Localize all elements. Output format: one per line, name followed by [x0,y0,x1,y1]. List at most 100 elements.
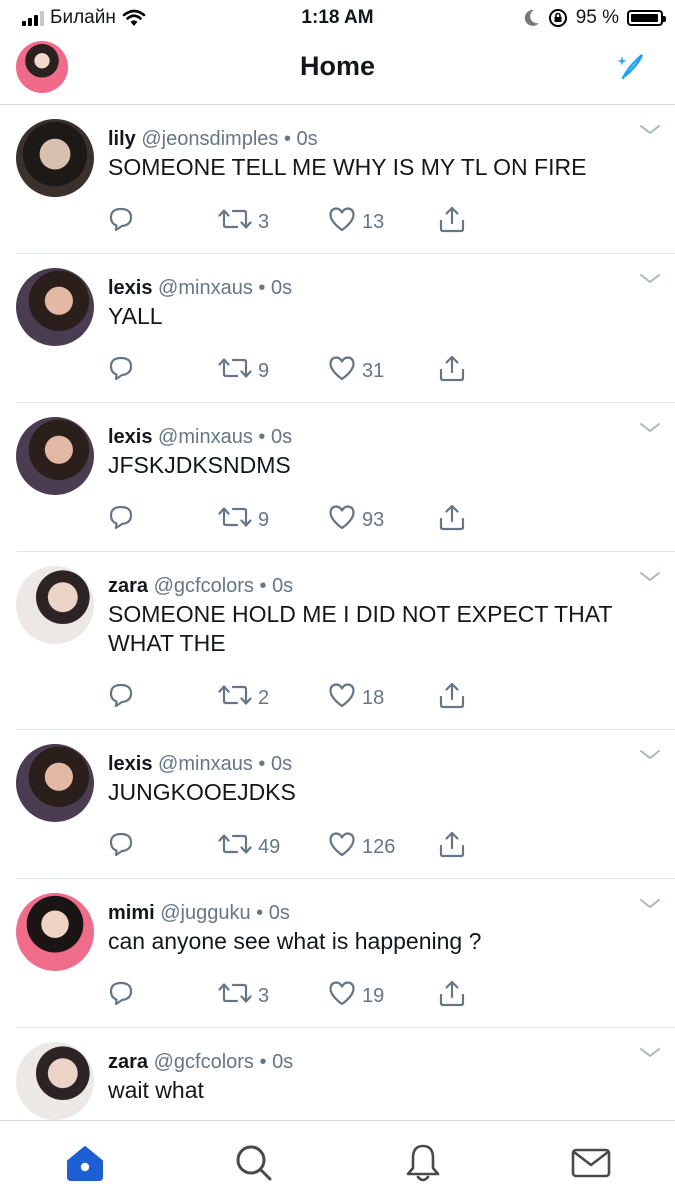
meta-separator: • [253,1051,273,1073]
retweet-button[interactable]: 49 [218,832,328,862]
reply-button[interactable] [108,504,218,536]
tab-notifications[interactable] [401,1141,445,1185]
share-button[interactable] [438,979,466,1013]
caret-down-icon[interactable] [639,421,661,439]
retweet-count: 49 [258,835,281,858]
share-button[interactable] [438,354,466,388]
like-button[interactable]: 126 [328,831,438,863]
like-button[interactable]: 31 [328,355,438,387]
tweet[interactable]: zara @gcfcolors • 0s wait what [16,1028,675,1120]
tweet-meta: lily @jeonsdimples • 0s [108,127,659,151]
tweet-content: zara @gcfcolors • 0s wait what [108,1028,675,1120]
retweet-button[interactable]: 9 [218,356,328,386]
retweet-button[interactable]: 3 [218,207,328,237]
reply-button[interactable] [108,980,218,1012]
tweet-avatar[interactable] [16,1042,94,1120]
tweet-author-name[interactable]: mimi [108,902,155,924]
timeline-feed[interactable]: lily @jeonsdimples • 0s SOMEONE TELL ME W… [0,105,675,1120]
like-button[interactable]: 18 [328,682,438,714]
tweet-author-name[interactable]: lexis [108,426,152,448]
tweet-author-handle[interactable]: @minxaus [158,277,253,299]
reply-button[interactable] [108,682,218,714]
tweet-meta: lexis @minxaus • 0s [108,752,659,776]
tweet[interactable]: lexis @minxaus • 0s JFSKJDKSNDMS 9 93 [16,403,675,552]
tweet-text: wait what [108,1077,204,1103]
mail-icon [571,1148,611,1178]
battery-icon [627,10,666,26]
like-button[interactable]: 19 [328,980,438,1012]
tweet-author-name[interactable]: zara [108,1051,148,1073]
tweet-meta: lexis @minxaus • 0s [108,425,659,449]
tweet-actions: 3 19 [108,976,659,1016]
tweet-author-name[interactable]: zara [108,575,148,597]
retweet-button[interactable]: 2 [218,683,328,713]
caret-down-icon[interactable] [639,570,661,588]
tweet-author-handle[interactable]: @jeonsdimples [141,128,278,150]
meta-separator: • [252,277,271,299]
tweet[interactable]: zara @gcfcolors • 0s SOMEONE HOLD ME I DI… [16,552,675,730]
like-button[interactable]: 13 [328,206,438,238]
like-count: 31 [362,359,385,382]
tweet-author-name[interactable]: lexis [108,753,152,775]
tweet[interactable]: lily @jeonsdimples • 0s SOMEONE TELL ME W… [16,105,675,254]
tweet-author-handle[interactable]: @gcfcolors [154,1051,254,1073]
tweet-timestamp: 0s [268,902,290,924]
retweet-count: 3 [258,210,270,233]
reply-button[interactable] [108,355,218,387]
tweet-actions: 49 126 [108,827,659,867]
rotation-lock-icon [548,9,567,27]
page-title: Home [299,51,375,81]
share-button[interactable] [438,681,466,715]
share-icon [438,503,466,537]
like-count: 13 [362,210,385,233]
reply-button[interactable] [108,206,218,238]
like-count: 93 [362,508,385,531]
reply-button[interactable] [108,831,218,863]
tweet-author-handle[interactable]: @jugguku [160,902,250,924]
tab-search[interactable] [232,1141,276,1185]
tweet-author-handle[interactable]: @minxaus [158,426,253,448]
tweet-avatar[interactable] [16,566,94,644]
tweet-author-handle[interactable]: @minxaus [158,753,253,775]
tab-home[interactable] [63,1141,107,1185]
reply-icon [108,504,134,536]
tweet-timestamp: 0s [296,128,318,150]
meta-separator: • [252,426,271,448]
tweet-avatar[interactable] [16,417,94,495]
tweet[interactable]: lexis @minxaus • 0s JUNGKOOEJDKS 49 126 [16,730,675,879]
caret-down-icon[interactable] [639,897,661,915]
tweet-author-handle[interactable]: @gcfcolors [154,575,254,597]
share-button[interactable] [438,503,466,537]
status-right: 95 % [524,7,666,29]
tweet-content: zara @gcfcolors • 0s SOMEONE HOLD ME I DI… [108,552,675,718]
tweet-avatar[interactable] [16,119,94,197]
tweet-avatar[interactable] [16,268,94,346]
caret-down-icon[interactable] [639,1046,661,1064]
share-button[interactable] [438,205,466,239]
tweet[interactable]: lexis @minxaus • 0s YALL 9 31 [16,254,675,403]
tweet-avatar[interactable] [16,744,94,822]
share-button[interactable] [438,830,466,864]
tweet-author-name[interactable]: lily [108,128,136,150]
tab-messages[interactable] [569,1141,613,1185]
caret-down-icon[interactable] [639,748,661,766]
caret-down-icon[interactable] [639,123,661,141]
tweet-avatar[interactable] [16,893,94,971]
retweet-icon [218,832,252,862]
retweet-button[interactable]: 3 [218,981,328,1011]
caret-down-icon[interactable] [639,272,661,290]
reply-icon [108,831,134,863]
tweet-actions: 9 31 [108,351,659,391]
share-icon [438,354,466,388]
sparkle-icon[interactable] [615,52,645,82]
retweet-button[interactable]: 9 [218,505,328,535]
tweet-content: lexis @minxaus • 0s JUNGKOOEJDKS 49 126 [108,730,675,867]
tweet[interactable]: mimi @jugguku • 0s can anyone see what is… [16,879,675,1028]
tweet-author-name[interactable]: lexis [108,277,152,299]
like-button[interactable]: 93 [328,504,438,536]
battery-percent: 95 % [575,7,619,28]
meta-separator: • [250,902,269,924]
status-bar: Билайн 1:18 AM 95 % [0,0,675,36]
tweet-text: JUNGKOOEJDKS [108,779,296,805]
home-icon [67,1146,103,1181]
